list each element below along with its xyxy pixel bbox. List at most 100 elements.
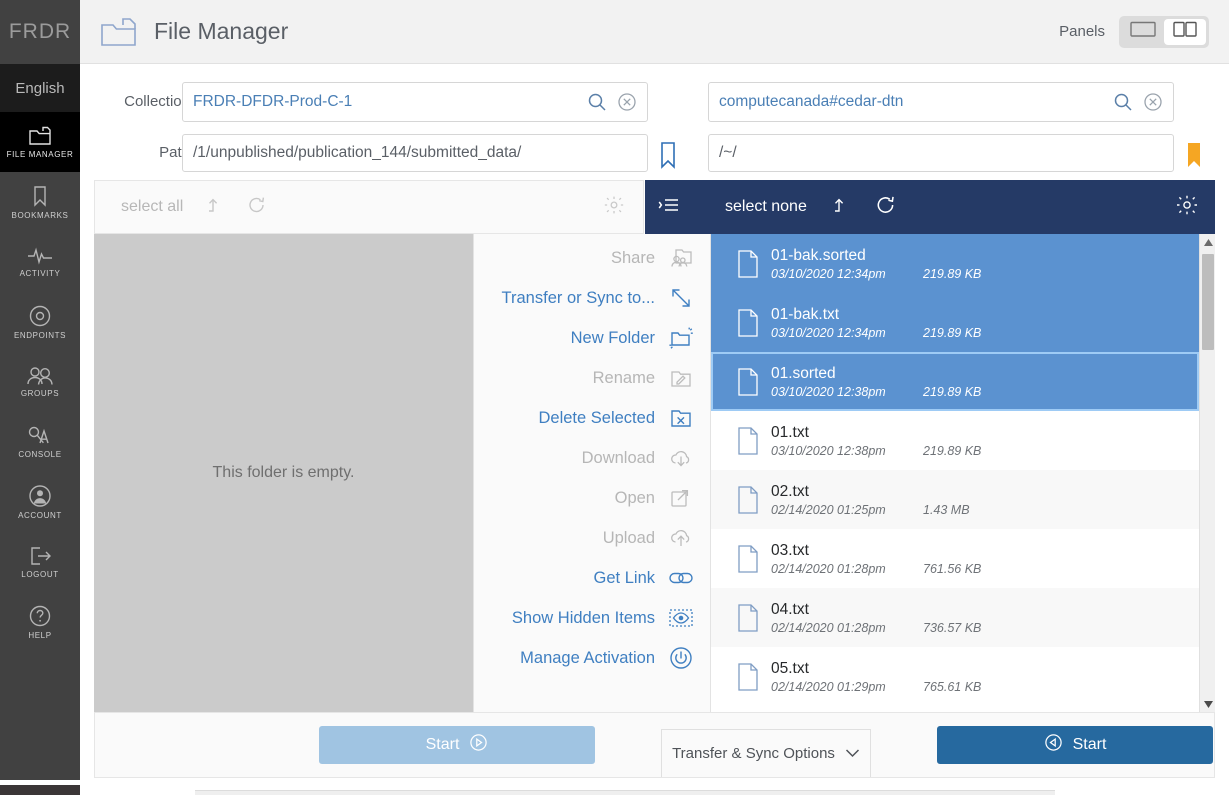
action-transfer-or-sync[interactable]: Transfer or Sync to... <box>474 278 710 318</box>
scrollbar-thumb[interactable] <box>1202 254 1214 350</box>
gear-icon[interactable] <box>1175 193 1199 222</box>
search-icon[interactable] <box>587 92 607 112</box>
bookmark-outline-icon[interactable] <box>658 140 678 175</box>
action-delete-selected[interactable]: Delete Selected <box>474 398 710 438</box>
file-size: 761.56 KB <box>923 561 982 576</box>
file-date: 02/14/2020 01:28pm <box>771 561 886 576</box>
action-new-folder[interactable]: New Folder <box>474 318 710 358</box>
bottom-dark-strip <box>0 785 80 795</box>
start-left-button[interactable]: Start <box>319 726 595 764</box>
list-menu-icon[interactable] <box>657 195 683 220</box>
select-all-button[interactable]: select all <box>121 198 183 216</box>
file-size: 219.89 KB <box>923 443 982 458</box>
empty-folder-message: This folder is empty. <box>212 464 355 481</box>
sidebar-item-endpoints[interactable]: ENDPOINTS <box>0 292 80 352</box>
delete-icon <box>668 407 694 429</box>
right-path-input[interactable]: /~/ <box>708 134 1174 172</box>
table-row[interactable]: 01.txt 03/10/2020 12:38pm 219.89 KB <box>711 411 1199 470</box>
right-file-pane[interactable]: 01-bak.sorted 03/10/2020 12:34pm 219.89 … <box>711 234 1215 712</box>
page-bottom-edge <box>0 780 1229 795</box>
clear-circle-icon[interactable] <box>617 92 637 112</box>
clear-circle-icon[interactable] <box>1143 92 1163 112</box>
action-label: Delete Selected <box>538 408 656 427</box>
sidebar-item-groups[interactable]: GROUPS <box>0 352 80 412</box>
bookmark-filled-icon[interactable] <box>1184 140 1204 175</box>
panels-control: Panels <box>1059 15 1209 48</box>
account-icon <box>28 484 52 508</box>
sidebar-item-bookmarks[interactable]: BOOKMARKS <box>0 172 80 232</box>
sidebar-item-label: CONSOLE <box>18 450 62 459</box>
file-size: 1.43 MB <box>923 502 970 517</box>
sidebar-item-label: FILE MANAGER <box>6 150 74 159</box>
file-list-scrollbar[interactable] <box>1199 234 1215 712</box>
sidebar-item-help[interactable]: HELP <box>0 592 80 652</box>
table-row[interactable]: 04.txt 02/14/2020 01:28pm 736.57 KB <box>711 588 1199 647</box>
left-file-pane[interactable]: This folder is empty. <box>94 234 473 712</box>
file-name: 02.txt <box>771 482 809 500</box>
up-one-folder-icon[interactable] <box>205 195 225 220</box>
sidebar-item-activity[interactable]: ACTIVITY <box>0 232 80 292</box>
right-collection-input[interactable]: computecanada#cedar-dtn <box>708 82 1174 122</box>
table-row[interactable]: 02.txt 02/14/2020 01:25pm 1.43 MB <box>711 470 1199 529</box>
file-icon <box>725 426 771 456</box>
sidebar-item-file-manager[interactable]: FILE MANAGER <box>0 112 80 172</box>
action-label: New Folder <box>570 328 655 347</box>
scroll-up-icon[interactable] <box>1200 234 1215 250</box>
sidebar-item-account[interactable]: ACCOUNT <box>0 472 80 532</box>
left-collection-input[interactable]: FRDR-DFDR-Prod-C-1 <box>182 82 648 122</box>
start-right-button[interactable]: Start <box>937 726 1213 764</box>
action-label: Download <box>581 448 655 467</box>
left-path-input[interactable]: /1/unpublished/publication_144/submitted… <box>182 134 648 172</box>
sidebar-item-label: LOGOUT <box>21 570 59 579</box>
action-get-link[interactable]: Get Link <box>474 558 710 598</box>
table-row[interactable]: 01.sorted 03/10/2020 12:38pm 219.89 KB <box>711 352 1199 411</box>
file-name: 04.txt <box>771 600 809 618</box>
action-label: Manage Activation <box>520 648 655 667</box>
language-selector[interactable]: English <box>0 64 80 112</box>
select-none-button[interactable]: select none <box>725 198 807 216</box>
action-open[interactable]: Open <box>474 478 710 518</box>
right-panel-toolbar: select none <box>645 180 1215 234</box>
file-name: 03.txt <box>771 541 809 559</box>
up-one-folder-icon[interactable] <box>831 195 851 220</box>
file-icon <box>725 249 771 279</box>
action-share[interactable]: Share <box>474 238 710 278</box>
panels-label: Panels <box>1059 23 1105 40</box>
table-row[interactable]: 05.txt 02/14/2020 01:29pm 765.61 KB <box>711 647 1199 706</box>
table-row[interactable]: 01-bak.sorted 03/10/2020 12:34pm 219.89 … <box>711 234 1199 293</box>
top-header-bar: File Manager Panels <box>80 0 1229 64</box>
file-date: 02/14/2020 01:25pm <box>771 502 886 517</box>
sidebar-item-console[interactable]: CONSOLE <box>0 412 80 472</box>
dual-panel-button[interactable] <box>1164 18 1206 45</box>
sidebar-item-logout[interactable]: LOGOUT <box>0 532 80 592</box>
sidebar-item-label: ACTIVITY <box>19 269 61 278</box>
action-label: Open <box>614 488 655 507</box>
search-icon[interactable] <box>1113 92 1133 112</box>
sidebar-item-label: ENDPOINTS <box>13 331 67 340</box>
refresh-icon[interactable] <box>875 194 897 221</box>
action-show-hidden-items[interactable]: Show Hidden Items <box>474 598 710 638</box>
scroll-down-icon[interactable] <box>1200 696 1215 712</box>
rename-icon <box>668 367 694 389</box>
page-title: File Manager <box>154 18 289 44</box>
dual-panel-icon <box>1171 20 1199 43</box>
power-icon <box>668 646 694 670</box>
action-menu-panel: Share Transfer or Sync to... New Folder … <box>473 234 711 712</box>
language-label: English <box>15 79 65 97</box>
gear-icon[interactable] <box>603 194 625 221</box>
table-row[interactable]: 03.txt 02/14/2020 01:28pm 761.56 KB <box>711 529 1199 588</box>
table-row[interactable]: 01-bak.txt 03/10/2020 12:34pm 219.89 KB <box>711 293 1199 352</box>
folder-icon <box>27 125 53 147</box>
start-left-label: Start <box>425 736 460 753</box>
single-panel-button[interactable] <box>1122 19 1164 45</box>
path-label: Path <box>159 144 190 161</box>
work-area: Collection FRDR-DFDR-Prod-C-1 Path /1/un… <box>80 64 1229 780</box>
transfer-sync-options-button[interactable]: Transfer & Sync Options <box>661 729 871 777</box>
action-rename[interactable]: Rename <box>474 358 710 398</box>
action-manage-activation[interactable]: Manage Activation <box>474 638 710 678</box>
action-upload[interactable]: Upload <box>474 518 710 558</box>
panels-toggle-group <box>1119 15 1209 48</box>
action-download[interactable]: Download <box>474 438 710 478</box>
refresh-icon[interactable] <box>247 195 267 220</box>
left-collection-value: FRDR-DFDR-Prod-C-1 <box>193 93 353 110</box>
